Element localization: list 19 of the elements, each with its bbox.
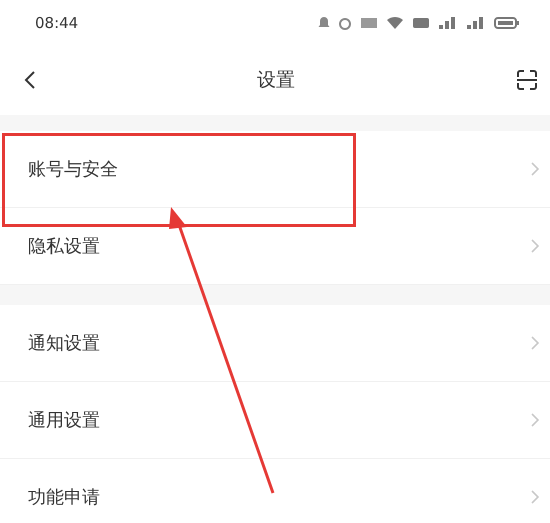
chevron-icon — [530, 489, 540, 505]
bell-icon — [318, 16, 330, 30]
status-time: 08:44 — [35, 14, 78, 32]
settings-item[interactable]: 隐私设置 — [28, 234, 100, 258]
battery-icon — [494, 16, 520, 30]
settings-item[interactable]: 功能申请 — [28, 485, 100, 509]
chevron-icon — [530, 238, 540, 254]
signal-icon — [466, 16, 486, 30]
settings-item[interactable]: 账号与安全 — [28, 157, 118, 181]
chevron-icon — [530, 335, 540, 351]
back-icon[interactable] — [24, 70, 36, 90]
wifi-icon — [386, 16, 404, 30]
settings-item[interactable]: 通知设置 — [28, 331, 100, 355]
scan-icon[interactable] — [516, 69, 538, 91]
chevron-icon — [530, 412, 540, 428]
signal-icon — [438, 16, 458, 30]
chevron-icon — [530, 161, 540, 177]
settings-item[interactable]: 通用设置 — [28, 408, 100, 432]
page-title: 设置 — [257, 68, 295, 93]
